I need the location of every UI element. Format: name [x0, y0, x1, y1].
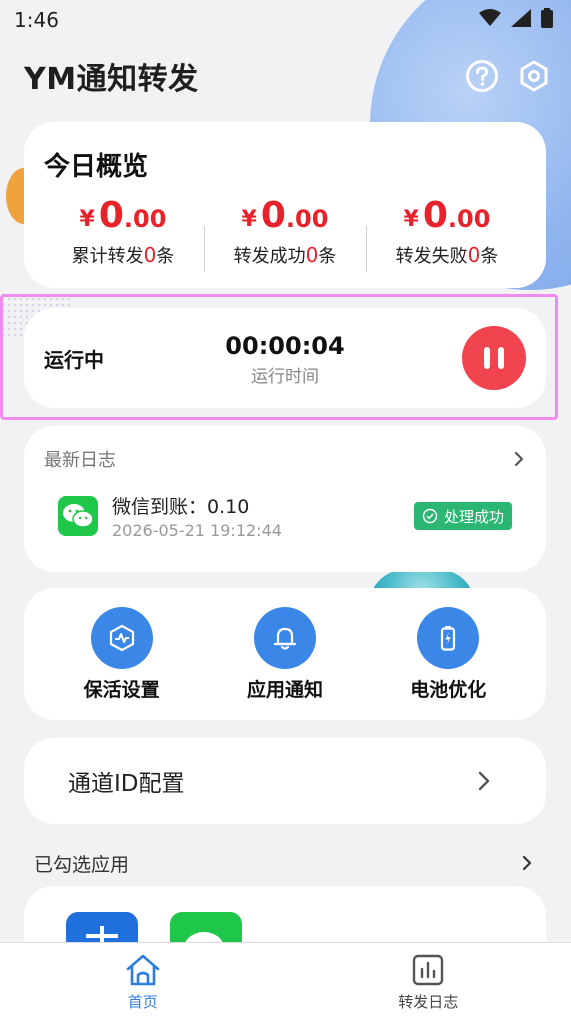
- check-circle-icon: [422, 508, 438, 524]
- app-notification-button[interactable]: 应用通知: [210, 606, 360, 702]
- stat-failed: ¥0.00 转发失败0条: [366, 192, 528, 272]
- selected-apps-header[interactable]: 已勾选应用: [34, 848, 534, 878]
- chevron-right-icon[interactable]: [512, 450, 526, 468]
- nav-home-label: 首页: [127, 993, 158, 1011]
- pause-icon-bar: [498, 347, 504, 369]
- qa-label: 保活设置: [83, 678, 160, 701]
- currency-symbol: ¥: [403, 207, 419, 232]
- battery-optimization-button[interactable]: 电池优化: [373, 606, 523, 702]
- log-text: 微信到账：0.10 2026-05-21 19:12:44: [112, 492, 414, 540]
- log-entry: 微信到账：0.10 2026-05-21 19:12:44 处理成功: [58, 490, 512, 542]
- stat-label-suffix: 条: [480, 246, 499, 267]
- stat-label-prefix: 转发成功: [233, 246, 306, 267]
- settings-button[interactable]: [516, 58, 552, 94]
- status-icons: [479, 8, 553, 32]
- help-button[interactable]: [464, 58, 500, 94]
- amount-integer: 0: [98, 195, 124, 236]
- app-bar: YM通知转发: [24, 52, 552, 100]
- qa-label: 应用通知: [246, 678, 323, 701]
- wechat-icon: [58, 496, 98, 536]
- help-icon: [466, 60, 498, 92]
- amount-integer: 0: [260, 195, 286, 236]
- stat-label-suffix: 条: [318, 246, 337, 267]
- bottom-navigation: 首页 转发日志: [0, 942, 571, 1024]
- quick-actions-card: 保活设置 应用通知 电池优化: [24, 588, 546, 720]
- stat-label-prefix: 转发失败: [395, 246, 468, 267]
- battery-status-icon: [541, 8, 553, 32]
- pause-icon: [484, 347, 490, 369]
- keepalive-settings-button[interactable]: 保活设置: [47, 606, 197, 702]
- qa-label: 电池优化: [410, 678, 487, 701]
- chevron-right-icon: [478, 771, 490, 791]
- chart-icon: [413, 954, 444, 986]
- app-bar-actions: [464, 58, 552, 94]
- stat-count: 0: [467, 243, 481, 267]
- stat-label-suffix: 条: [156, 246, 175, 267]
- stat-amount: ¥0.00: [204, 192, 366, 236]
- amount-decimal: .00: [285, 205, 329, 233]
- log-header: 最新日志: [44, 446, 526, 472]
- stat-total: ¥0.00 累计转发0条: [42, 192, 204, 268]
- stat-label-prefix: 累计转发: [71, 246, 144, 267]
- stat-label: 转发成功0条: [204, 242, 366, 268]
- chevron-right-icon: [522, 855, 532, 871]
- stat-success: ¥0.00 转发成功0条: [204, 192, 366, 272]
- status-badge-label: 处理成功: [443, 507, 504, 526]
- selected-apps-title: 已勾选应用: [34, 853, 130, 876]
- qa-icon-circle: [417, 606, 480, 669]
- status-time: 1:46: [14, 8, 59, 32]
- app-screen: 1:46 YM通知转发 今日概览 ¥ 0 .00 累计转发0条 ¥ 0 .00 …: [0, 0, 571, 1024]
- pause-button[interactable]: [462, 326, 526, 390]
- gear-icon: [520, 60, 548, 92]
- battery-icon: [441, 625, 456, 651]
- channel-config-row[interactable]: 通道ID配置: [24, 738, 546, 824]
- bell-icon: [273, 627, 297, 650]
- shield-pulse-icon: [109, 624, 134, 651]
- qa-icon-circle: [253, 606, 316, 669]
- app-title: YM通知转发: [24, 62, 199, 97]
- qa-icon-circle: [90, 606, 153, 669]
- log-title: 最新日志: [44, 450, 116, 471]
- log-message: 微信到账：0.10: [112, 496, 250, 518]
- log-datetime: 2026-05-21 19:12:44: [112, 521, 282, 540]
- stat-label: 转发失败0条: [366, 242, 528, 268]
- channel-config-label: 通道ID配置: [68, 771, 185, 797]
- overview-title: 今日概览: [44, 152, 149, 182]
- nav-forward-log-label: 转发日志: [398, 993, 459, 1011]
- nav-home[interactable]: 首页: [0, 943, 286, 1024]
- stat-count: 0: [143, 243, 157, 267]
- overview-stats: ¥0.00 累计转发0条 ¥0.00 转发成功0条 ¥0.00 转发失败0条: [42, 192, 528, 272]
- nav-forward-log[interactable]: 转发日志: [286, 943, 571, 1024]
- stat-count: 0: [305, 243, 319, 267]
- home-icon: [126, 954, 160, 986]
- signal-icon: [511, 9, 531, 31]
- latest-log-card[interactable]: 最新日志 微信到账：0.10 2026-05-21 19:12:44 处理成功: [24, 426, 546, 572]
- stat-amount: ¥0.00: [42, 192, 204, 236]
- wifi-icon: [479, 9, 501, 31]
- status-bar: 1:46: [0, 0, 571, 40]
- stat-amount: ¥0.00: [366, 192, 528, 236]
- currency-symbol: ¥: [241, 207, 257, 232]
- run-status-card: 运行中 00:00:04 运行时间: [24, 308, 546, 408]
- stat-label: 累计转发0条: [42, 242, 204, 268]
- currency-symbol: ¥: [79, 207, 95, 232]
- amount-integer: 0: [422, 195, 448, 236]
- amount-decimal: .00: [123, 205, 167, 233]
- overview-card: 今日概览 ¥0.00 累计转发0条 ¥0.00 转发成功0条 ¥0.00 转发失…: [24, 122, 546, 288]
- status-badge: 处理成功: [413, 502, 512, 530]
- amount-decimal: .00: [447, 205, 491, 233]
